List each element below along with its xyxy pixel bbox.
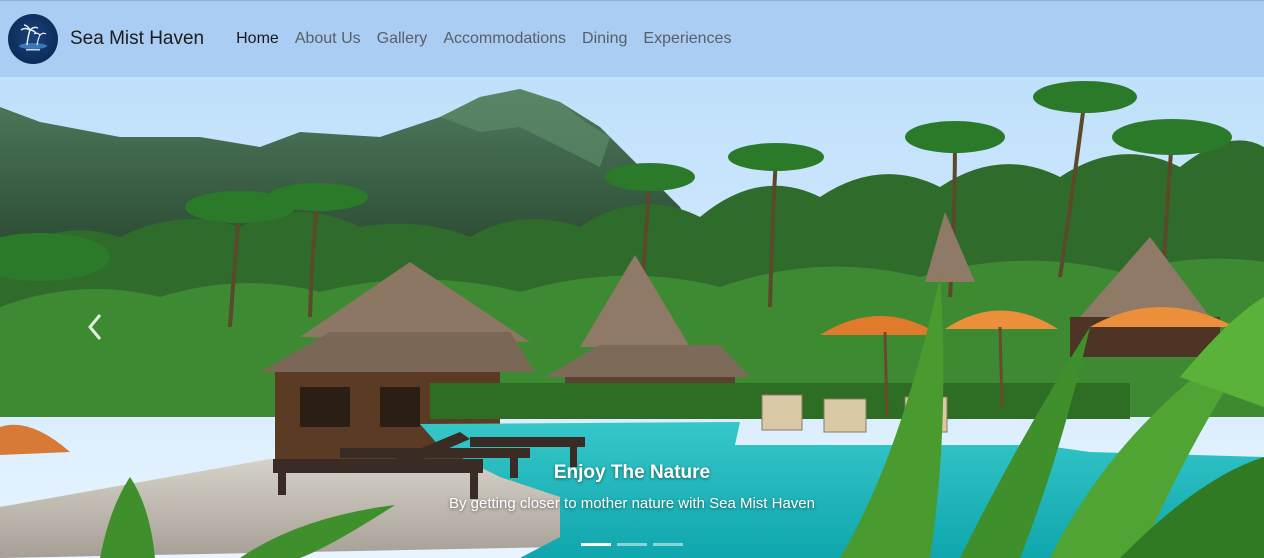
nav-experiences[interactable]: Experiences [635, 30, 739, 48]
resort-pool-scene-image [0, 77, 1264, 558]
nav-accommodations[interactable]: Accommodations [435, 30, 574, 48]
nav-about-us[interactable]: About Us [287, 30, 369, 48]
carousel-indicator-3[interactable] [653, 543, 683, 546]
carousel-indicator-2[interactable] [617, 543, 647, 546]
brand[interactable]: Sea Mist Haven [8, 14, 204, 64]
hero-carousel: Enjoy The Nature By getting closer to mo… [0, 77, 1264, 558]
brand-name[interactable]: Sea Mist Haven [70, 28, 204, 50]
carousel-caption-text: By getting closer to mother nature with … [448, 495, 815, 512]
navbar: Sea Mist Haven Home About Us Gallery Acc… [0, 0, 1264, 77]
carousel-caption-title: Enjoy The Nature [553, 462, 711, 483]
nav-links: Home About Us Gallery Accommodations Din… [228, 30, 739, 48]
carousel-indicator-1[interactable] [581, 543, 611, 546]
nav-home[interactable]: Home [228, 30, 287, 48]
chevron-left-icon [88, 314, 102, 340]
nav-gallery[interactable]: Gallery [369, 30, 436, 48]
carousel-indicators [0, 543, 1264, 546]
carousel-prev-button[interactable] [80, 307, 110, 347]
palm-island-logo-icon[interactable] [8, 14, 58, 64]
nav-dining[interactable]: Dining [574, 30, 635, 48]
